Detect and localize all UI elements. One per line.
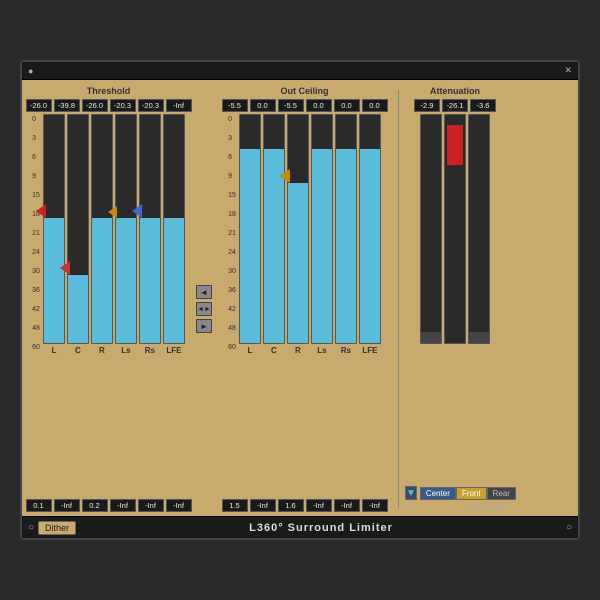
outceiling-fader-R: R [287, 114, 309, 497]
link-mode-label: Link mode [405, 503, 505, 512]
outceiling-fader-L: L [239, 114, 261, 497]
attenuation-values-row: -2.9 -26.1 -3.6 [414, 99, 496, 112]
outceiling-bval-3[interactable]: -Inf [306, 499, 332, 512]
att-val-0[interactable]: -2.9 [414, 99, 440, 112]
threshold-val-5[interactable]: -Inf [166, 99, 192, 112]
outceiling-val-3[interactable]: 0.0 [306, 99, 332, 112]
threshold-bval-2[interactable]: 0.2 [82, 499, 108, 512]
threshold-fader-L: L [43, 114, 65, 497]
outceiling-bval-5[interactable]: -Inf [362, 499, 388, 512]
outceiling-val-1[interactable]: 0.0 [250, 99, 276, 112]
dither-button[interactable]: Dither [38, 521, 76, 535]
threshold-scale: 0 3 6 9 15 18 21 24 30 36 42 48 60 [32, 114, 40, 497]
threshold-bval-5[interactable]: -Inf [166, 499, 192, 512]
threshold-val-0[interactable]: -26.0 [26, 99, 52, 112]
threshold-fader-C: C [67, 114, 89, 497]
outceiling-val-4[interactable]: 0.0 [334, 99, 360, 112]
threshold-val-1[interactable]: -39.8 [54, 99, 80, 112]
outceiling-bval-4[interactable]: -Inf [334, 499, 360, 512]
outceiling-title: Out Ceiling [281, 86, 329, 96]
threshold-title: Threshold [87, 86, 131, 96]
threshold-bval-3[interactable]: -Inf [110, 499, 136, 512]
threshold-fader-LFE: LFE [163, 114, 185, 497]
bottom-right-icon: ○ [566, 522, 572, 533]
threshold-section: Threshold -26.0 -39.8 -26.0 -20.3 -20.3 … [26, 86, 191, 512]
plugin-title: L360° Surround Limiter [249, 522, 393, 534]
threshold-bval-1[interactable]: -Inf [54, 499, 80, 512]
att-fader-2 [468, 114, 490, 480]
att-val-1[interactable]: -26.1 [442, 99, 468, 112]
top-bar-right: ✕ [564, 65, 572, 76]
threshold-fader-Ls: Ls [115, 114, 137, 497]
outceiling-bval-2[interactable]: 1.6 [278, 499, 304, 512]
outceiling-bval-0[interactable]: 1.5 [222, 499, 248, 512]
threshold-fader-Rs: Rs [139, 114, 161, 497]
top-bar-left: ● [28, 66, 33, 76]
link-tabs: Center Front Rear [420, 487, 516, 500]
plugin-container: ● ✕ Threshold -26.0 -39.8 -26.0 -20.3 -2… [20, 60, 580, 540]
att-fader-1 [444, 114, 466, 480]
outceiling-val-0[interactable]: -5.5 [222, 99, 248, 112]
threshold-bval-0[interactable]: 0.1 [26, 499, 52, 512]
outceiling-faders: L C R [239, 114, 381, 497]
arrow-up-btn[interactable]: ◄ [196, 285, 212, 299]
outceiling-val-2[interactable]: -5.5 [278, 99, 304, 112]
middle-controls: ◄ ◄► ► [194, 106, 214, 512]
main-area: Threshold -26.0 -39.8 -26.0 -20.3 -20.3 … [22, 80, 578, 516]
att-val-2[interactable]: -3.6 [470, 99, 496, 112]
threshold-fader-R: R [91, 114, 113, 497]
link-tab-center[interactable]: Center [420, 487, 456, 500]
outceiling-bval-1[interactable]: -Inf [250, 499, 276, 512]
outceiling-fader-Ls: Ls [311, 114, 333, 497]
threshold-val-4[interactable]: -20.3 [138, 99, 164, 112]
outceiling-scale: 0 3 6 9 15 18 21 24 30 36 42 48 60 [228, 114, 236, 497]
top-bar: ● ✕ [22, 62, 578, 80]
link-tab-rear[interactable]: Rear [487, 487, 516, 500]
bottom-left-icon: ○ [28, 522, 34, 533]
link-mode-checkbox[interactable]: ▼ [405, 486, 417, 500]
threshold-bottom-values: 0.1 -Inf 0.2 -Inf -Inf -Inf [26, 499, 192, 512]
threshold-val-2[interactable]: -26.0 [82, 99, 108, 112]
divider [398, 90, 399, 508]
outceiling-fader-LFE: LFE [359, 114, 381, 497]
outceiling-values-row: -5.5 0.0 -5.5 0.0 0.0 0.0 [222, 99, 388, 112]
threshold-values-row: -26.0 -39.8 -26.0 -20.3 -20.3 -Inf [26, 99, 192, 112]
attenuation-section: Attenuation -2.9 -26.1 -3.6 [405, 86, 505, 512]
arrow-down-btn[interactable]: ► [196, 319, 212, 333]
outceiling-fader-Rs: Rs [335, 114, 357, 497]
threshold-val-3[interactable]: -20.3 [110, 99, 136, 112]
link-tab-front[interactable]: Front [456, 487, 487, 500]
threshold-faders: L C R [43, 114, 185, 497]
arrow-both-btn[interactable]: ◄► [196, 302, 212, 316]
att-fader-0 [420, 114, 442, 480]
outceiling-val-5[interactable]: 0.0 [362, 99, 388, 112]
outceiling-section: Out Ceiling -5.5 0.0 -5.5 0.0 0.0 0.0 0 … [217, 86, 392, 512]
threshold-bval-4[interactable]: -Inf [138, 499, 164, 512]
link-mode-section: ▼ Center Front Rear Link mode [405, 486, 505, 512]
bottom-bar: ○ Dither L360° Surround Limiter ○ [22, 516, 578, 538]
attenuation-title: Attenuation [430, 86, 480, 96]
outceiling-bottom-values: 1.5 -Inf 1.6 -Inf -Inf -Inf [222, 499, 388, 512]
attenuation-faders [420, 114, 490, 480]
